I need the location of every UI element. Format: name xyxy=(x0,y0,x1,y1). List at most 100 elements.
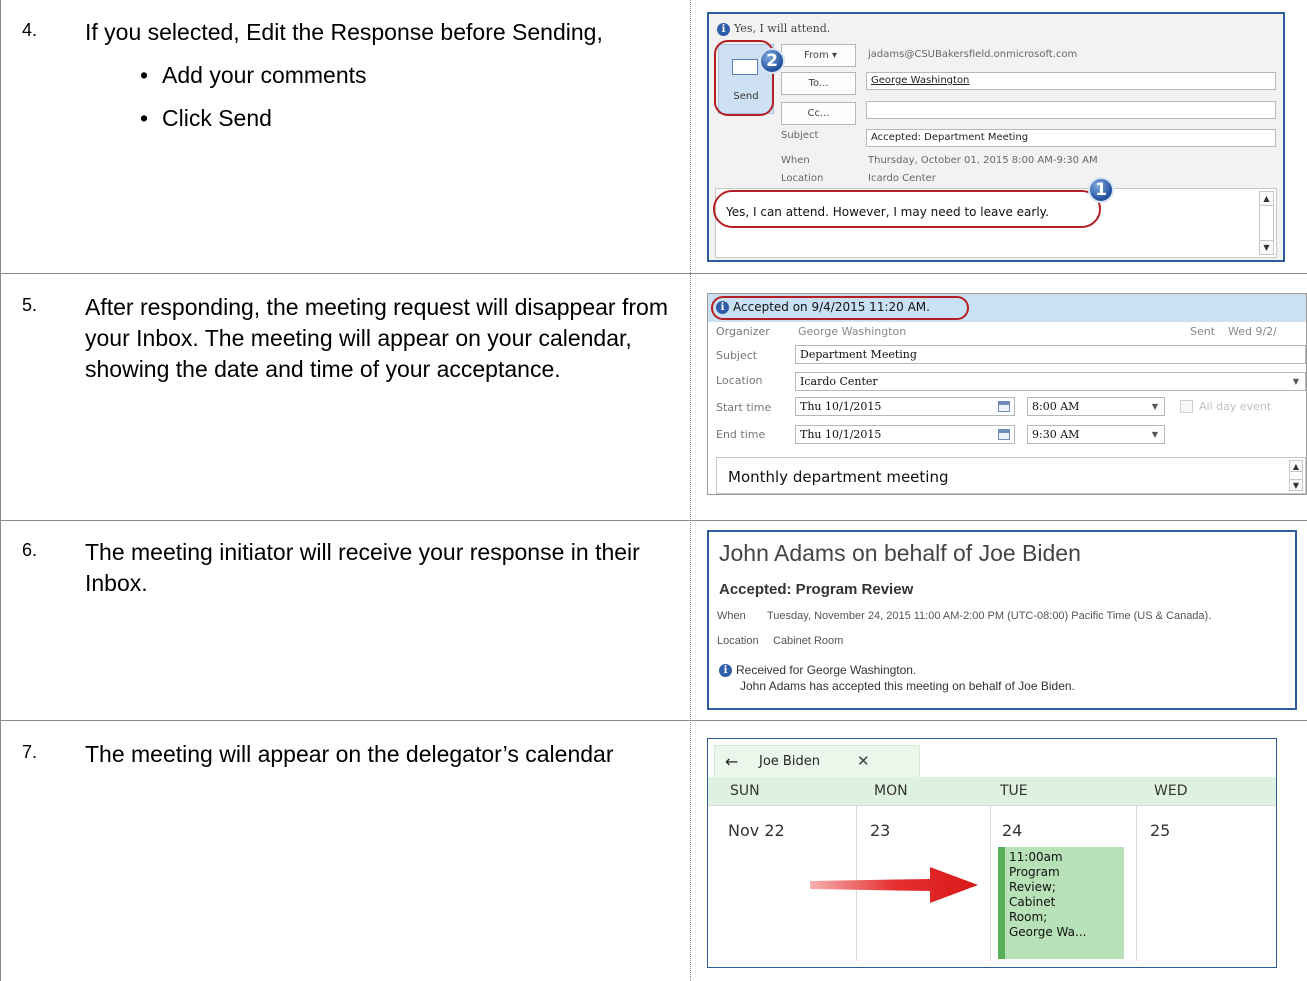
cc-button[interactable]: Cc... xyxy=(781,102,856,125)
callout-2-icon: 2 xyxy=(759,48,785,74)
chevron-down-icon[interactable]: ▼ xyxy=(1152,426,1158,443)
date-cell[interactable]: 24 xyxy=(1002,821,1022,840)
step-number: 6. xyxy=(22,540,38,560)
bullet-item: Click Send xyxy=(140,103,675,134)
subject-field[interactable]: Department Meeting xyxy=(795,345,1306,364)
step-number: 7. xyxy=(22,742,38,762)
day-name: MON xyxy=(874,783,908,799)
grid-line xyxy=(1136,805,1137,961)
step-instruction: The meeting will appear on the delegator… xyxy=(85,741,614,767)
end-date-value: Thu 10/1/2015 xyxy=(800,428,882,441)
callout-1-icon: 1 xyxy=(1088,177,1114,203)
sent-label: Sent xyxy=(1190,325,1216,338)
when-value: Thursday, October 01, 2015 8:00 AM-9:30 … xyxy=(868,155,1098,166)
step-instruction: After responding, the meeting request wi… xyxy=(85,294,668,382)
when-value: Tuesday, November 24, 2015 11:00 AM-2:00… xyxy=(767,610,1212,622)
initiator-response-screenshot: John Adams on behalf of Joe Biden Accept… xyxy=(707,530,1297,710)
highlight-accepted xyxy=(711,296,969,320)
day-name: SUN xyxy=(730,783,760,799)
start-time-label: Start time xyxy=(716,401,772,414)
from-button[interactable]: From ▾ xyxy=(781,44,856,67)
grid-line xyxy=(990,805,991,961)
meeting-body-text: Monthly department meeting xyxy=(728,468,949,486)
date-cell[interactable]: 25 xyxy=(1150,821,1170,840)
scrollbar[interactable]: ▲ ▼ xyxy=(1259,191,1274,255)
from-value: jadams@CSUBakersfield.onmicrosoft.com xyxy=(868,49,1078,60)
back-arrow-icon[interactable]: ← xyxy=(725,752,738,771)
cc-field[interactable] xyxy=(866,101,1276,119)
step-instruction: If you selected, Edit the Response befor… xyxy=(85,19,603,45)
when-label: When xyxy=(717,610,746,622)
calendar-tab-bar: ← Joe Biden ✕ xyxy=(708,739,1276,777)
location-label: Location xyxy=(716,374,763,387)
received-note: i Received for George Washington. John Ad… xyxy=(719,662,1075,694)
step-bullets: Add your comments Click Send xyxy=(140,60,675,134)
step-4-row: 4. If you selected, Edit the Response be… xyxy=(0,0,690,273)
accepted-meeting-screenshot: i Accepted on 9/4/2015 11:20 AM. Organize… xyxy=(707,293,1307,495)
end-time-value: 9:30 AM xyxy=(1032,428,1080,441)
bullet-item: Add your comments xyxy=(140,60,675,91)
sent-value: Wed 9/2/ xyxy=(1228,325,1277,338)
note-line: John Adams has accepted this meeting on … xyxy=(740,679,1075,693)
from-label: From xyxy=(804,50,829,61)
end-time-field[interactable]: 9:30 AM ▼ xyxy=(1027,425,1165,444)
calendar-icon[interactable] xyxy=(998,429,1010,440)
chevron-down-icon: ▾ xyxy=(831,50,837,61)
subject-label: Subject xyxy=(716,349,758,362)
highlight-body xyxy=(713,190,1101,228)
scrollbar[interactable]: ▲ ▼ xyxy=(1289,460,1303,491)
day-name: WED xyxy=(1154,783,1188,799)
calendar-owner: Joe Biden xyxy=(759,754,820,769)
location-label: Location xyxy=(717,635,759,647)
step-text: If you selected, Edit the Response befor… xyxy=(85,17,675,146)
step-5-row: 5. After responding, the meeting request… xyxy=(0,273,690,520)
step-number: 5. xyxy=(22,295,38,315)
message-subject: Accepted: Program Review xyxy=(719,581,914,598)
response-compose-screenshot: i Yes, I will attend. Send From ▾ jadams@… xyxy=(707,12,1285,262)
end-date-field[interactable]: Thu 10/1/2015 xyxy=(795,425,1015,444)
end-time-label: End time xyxy=(716,428,766,441)
location-value: Icardo Center xyxy=(868,173,936,184)
calendar-tab[interactable]: ← Joe Biden ✕ xyxy=(714,745,920,777)
step-6-row: 6. The meeting initiator will receive yo… xyxy=(0,520,690,720)
date-cell[interactable]: 23 xyxy=(870,821,890,840)
start-time-value: 8:00 AM xyxy=(1032,400,1080,413)
organizer-value: George Washington xyxy=(798,325,907,338)
location-value: Icardo Center xyxy=(800,375,878,388)
scroll-down-icon[interactable]: ▼ xyxy=(1290,479,1302,490)
calendar-event[interactable]: 11:00am Program Review; Cabinet Room; Ge… xyxy=(998,847,1124,959)
all-day-checkbox[interactable] xyxy=(1180,400,1193,413)
organizer-label: Organizer xyxy=(716,325,770,338)
step-7-row: 7. The meeting will appear on the delega… xyxy=(0,720,690,981)
all-day-label: All day event xyxy=(1199,400,1272,413)
info-icon: i xyxy=(719,664,732,678)
date-cell[interactable]: Nov 22 xyxy=(728,821,785,840)
start-time-field[interactable]: 8:00 AM ▼ xyxy=(1027,397,1165,416)
chevron-down-icon[interactable]: ▼ xyxy=(1152,398,1158,415)
table-column-divider xyxy=(690,0,691,981)
calendar-icon[interactable] xyxy=(998,401,1010,412)
note-line: Received for George Washington. xyxy=(736,663,917,677)
meeting-body[interactable]: Monthly department meeting ▲ ▼ xyxy=(716,457,1306,494)
to-field[interactable]: George Washington xyxy=(866,72,1276,90)
location-value: Cabinet Room xyxy=(773,635,844,647)
step-instruction: The meeting initiator will receive your … xyxy=(85,539,640,596)
info-bar: i Yes, I will attend. xyxy=(717,22,830,36)
day-name: TUE xyxy=(1000,783,1028,799)
start-date-value: Thu 10/1/2015 xyxy=(800,400,882,413)
info-text: Yes, I will attend. xyxy=(734,22,831,35)
red-arrow-icon xyxy=(810,867,978,903)
when-label: When xyxy=(781,155,810,166)
chevron-down-icon[interactable]: ▼ xyxy=(1293,373,1299,390)
step-number: 4. xyxy=(22,20,38,40)
scroll-up-icon[interactable]: ▲ xyxy=(1290,461,1302,472)
start-date-field[interactable]: Thu 10/1/2015 xyxy=(795,397,1015,416)
subject-field[interactable]: Accepted: Department Meeting xyxy=(866,129,1276,147)
close-icon[interactable]: ✕ xyxy=(857,752,870,770)
scroll-down-icon[interactable]: ▼ xyxy=(1260,240,1273,254)
scroll-up-icon[interactable]: ▲ xyxy=(1260,192,1273,206)
location-field[interactable]: Icardo Center ▼ xyxy=(795,372,1306,391)
subject-label: Subject xyxy=(781,130,819,141)
sender-heading: John Adams on behalf of Joe Biden xyxy=(719,540,1081,566)
to-button[interactable]: To... xyxy=(781,72,856,95)
